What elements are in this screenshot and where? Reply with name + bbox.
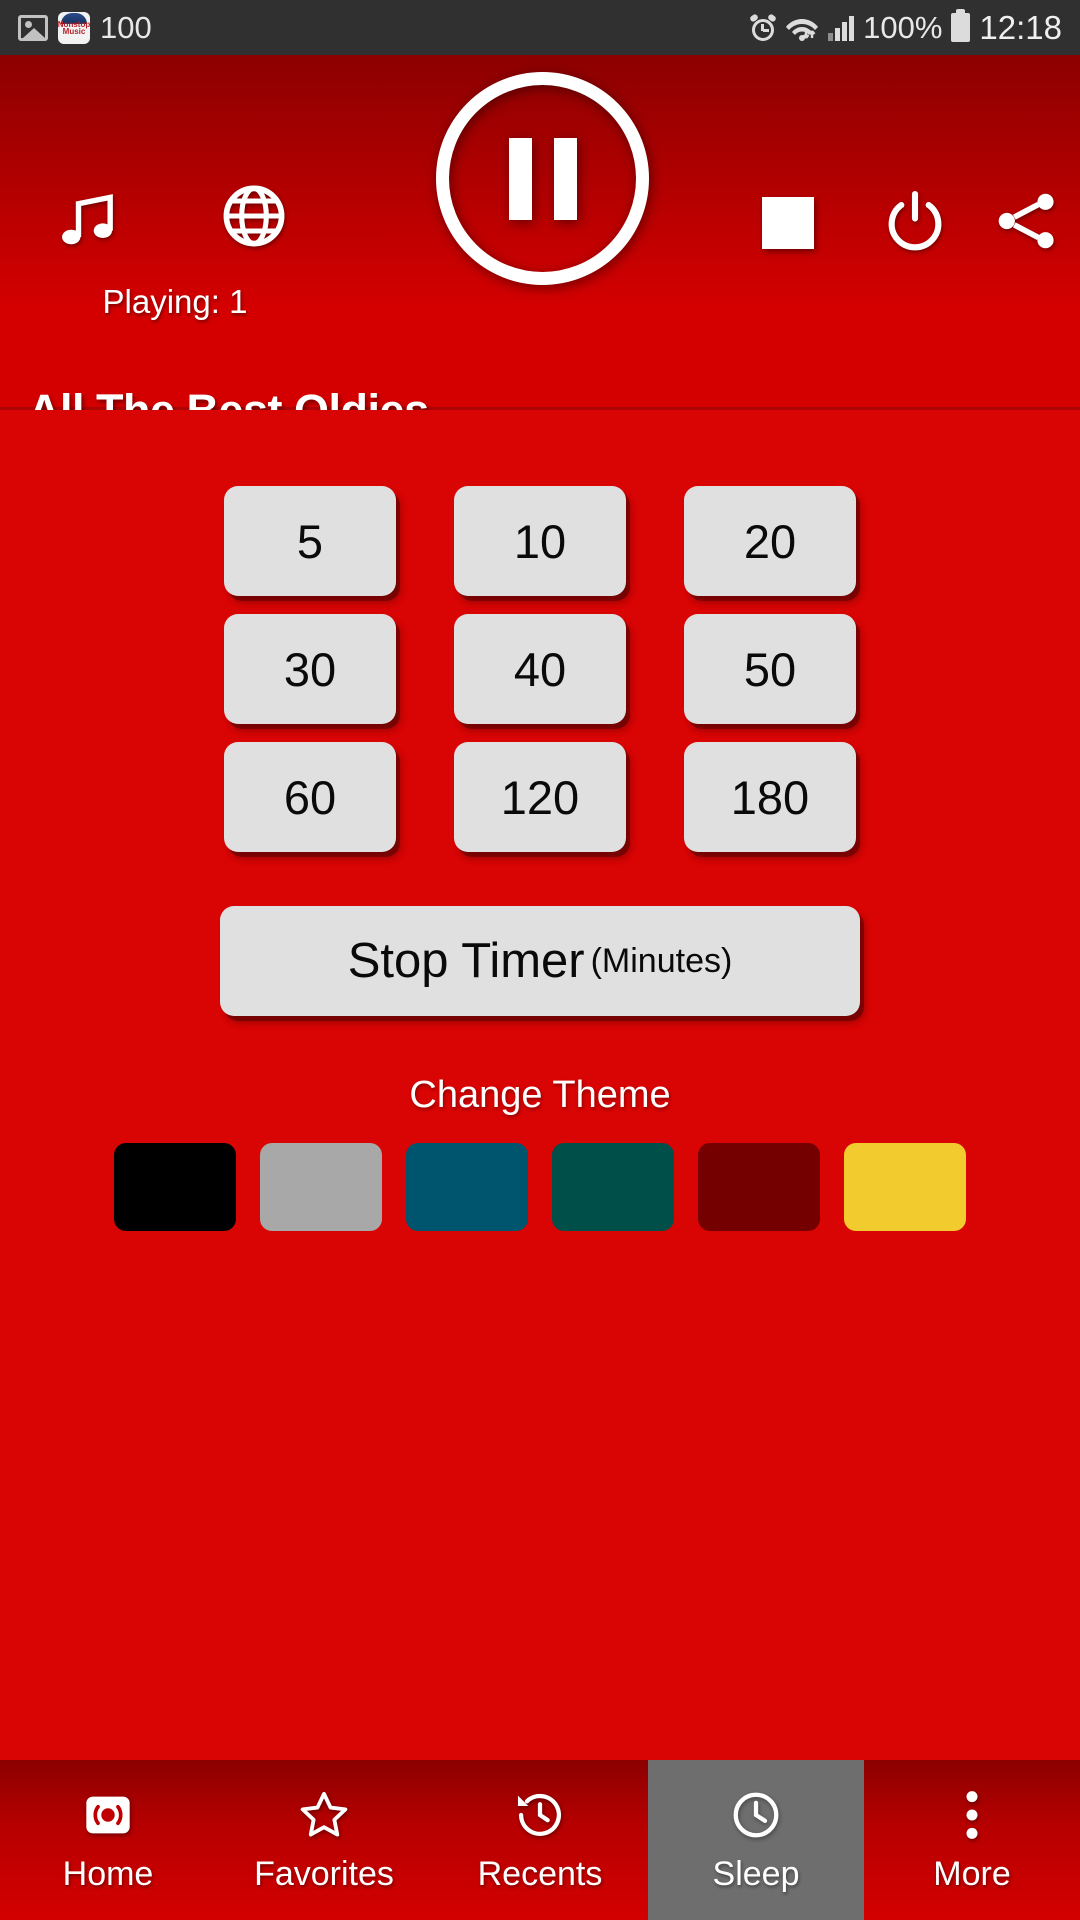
music-note-icon[interactable]	[50, 180, 126, 256]
power-button[interactable]	[880, 187, 950, 257]
stop-timer-label: Stop Timer	[347, 934, 585, 988]
nonstop-music-app-icon: Nonstop Music	[58, 11, 90, 44]
status-bar: Nonstop Music 100 100% 12:18	[0, 0, 1080, 55]
timer-button-10[interactable]: 10	[454, 486, 626, 596]
pause-icon	[508, 137, 532, 220]
bottom-navigation: Home Favorites Recents Sleep More	[0, 1760, 1080, 1920]
timer-button-5[interactable]: 5	[224, 486, 396, 596]
nav-label-favorites: Favorites	[254, 1854, 394, 1893]
stop-timer-button[interactable]: Stop Timer (Minutes)	[220, 906, 860, 1016]
timer-row: 5 10 20	[0, 486, 1080, 596]
status-bar-right: 100% 12:18	[749, 9, 1062, 46]
timer-button-grid: 5 10 20 30 40 50 60 120 180	[0, 486, 1080, 852]
theme-swatch-row	[0, 1143, 1080, 1231]
app-screen: Nonstop Music 100 100% 12:18 Playing: 1 …	[0, 0, 1080, 1920]
sleep-timer-panel: 5 10 20 30 40 50 60 120 180 Stop Timer (…	[0, 410, 1080, 1760]
nav-label-sleep: Sleep	[712, 1854, 800, 1893]
gallery-icon	[18, 14, 48, 41]
nav-label-home: Home	[62, 1854, 154, 1893]
stop-button[interactable]	[760, 195, 816, 251]
playing-status: Playing: 1	[102, 283, 248, 320]
battery-icon	[951, 9, 971, 42]
alarm-icon	[749, 12, 778, 41]
player-header: Playing: 1 All The Best Oldies	[0, 55, 1080, 436]
change-theme-label: Change Theme	[409, 1074, 671, 1116]
theme-swatch-blue[interactable]	[406, 1143, 528, 1231]
app-icon-line2: Music	[62, 26, 86, 36]
stop-square-icon	[762, 197, 814, 249]
clock-time: 12:18	[979, 9, 1062, 46]
share-button[interactable]	[990, 185, 1062, 257]
nav-item-sleep[interactable]: Sleep	[648, 1760, 864, 1920]
nav-item-home[interactable]: Home	[0, 1760, 216, 1920]
theme-swatch-green[interactable]	[552, 1143, 674, 1231]
clock-icon	[729, 1787, 783, 1843]
star-icon	[297, 1787, 351, 1843]
nav-label-more: More	[933, 1854, 1011, 1893]
pause-icon	[553, 137, 577, 220]
timer-button-180[interactable]: 180	[684, 742, 856, 852]
timer-button-20[interactable]: 20	[684, 486, 856, 596]
status-bar-left: Nonstop Music 100	[18, 10, 152, 45]
timer-button-120[interactable]: 120	[454, 742, 626, 852]
overflow-menu-icon	[952, 1787, 992, 1843]
nav-label-recents: Recents	[477, 1854, 603, 1893]
theme-swatch-black[interactable]	[114, 1143, 236, 1231]
history-icon	[513, 1787, 567, 1843]
theme-swatch-yellow[interactable]	[844, 1143, 966, 1231]
notification-count: 100	[100, 10, 152, 45]
timer-button-30[interactable]: 30	[224, 614, 396, 724]
nav-item-recents[interactable]: Recents	[432, 1760, 648, 1920]
broadcast-icon	[82, 1787, 134, 1843]
timer-button-50[interactable]: 50	[684, 614, 856, 724]
timer-row: 60 120 180	[0, 742, 1080, 852]
play-pause-button[interactable]	[436, 72, 649, 285]
battery-percent: 100%	[863, 10, 943, 45]
nav-item-favorites[interactable]: Favorites	[216, 1760, 432, 1920]
timer-button-60[interactable]: 60	[224, 742, 396, 852]
signal-icon	[828, 15, 855, 41]
theme-swatch-maroon[interactable]	[698, 1143, 820, 1231]
nav-item-more[interactable]: More	[864, 1760, 1080, 1920]
timer-row: 30 40 50	[0, 614, 1080, 724]
stop-timer-unit: (Minutes)	[590, 941, 733, 980]
theme-swatch-grey[interactable]	[260, 1143, 382, 1231]
timer-button-40[interactable]: 40	[454, 614, 626, 724]
globe-icon[interactable]	[218, 180, 290, 252]
wifi-icon	[786, 18, 819, 41]
